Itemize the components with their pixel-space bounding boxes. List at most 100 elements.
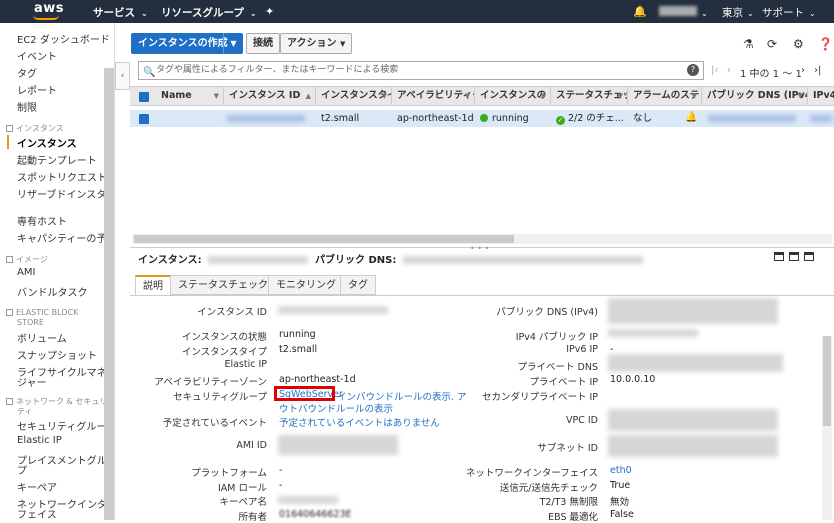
sidebar-section-images[interactable]: イメージ bbox=[6, 254, 48, 265]
sidebar-item-dashboard[interactable]: EC2 ダッシュボード bbox=[17, 31, 110, 46]
ami-id-redacted bbox=[278, 435, 398, 455]
sidebar-item-network-interfaces-line2[interactable]: フェイス bbox=[17, 506, 57, 520]
sidebar-item-placement-groups-line2[interactable]: プ bbox=[17, 462, 27, 477]
sidebar-section-ebs[interactable]: ELASTIC BLOCK bbox=[6, 308, 78, 317]
label-iam-role: IAM ロール bbox=[217, 483, 267, 494]
resource-groups-menu[interactable]: リソースグループ ⌄ bbox=[161, 5, 257, 20]
sidebar-item-volumes[interactable]: ボリューム bbox=[17, 330, 67, 345]
services-menu[interactable]: サービス ⌄ bbox=[93, 5, 148, 20]
public-dns-redacted bbox=[608, 298, 778, 324]
active-indicator bbox=[7, 135, 9, 149]
table-horizontal-scrollbar[interactable] bbox=[132, 234, 832, 244]
search-input[interactable]: 🔍 タグや属性によるフィルター、またはキーワードによる検索 ? bbox=[138, 61, 704, 80]
sidebar-item-instances[interactable]: インスタンス bbox=[17, 135, 77, 150]
region-label: 東京 bbox=[722, 7, 743, 19]
column-availability-zone[interactable]: アベイラビリティー ▼ bbox=[392, 87, 475, 105]
alarm-bell-icon[interactable]: 🔔 bbox=[685, 112, 697, 123]
value-availability-zone: ap-northeast-1d bbox=[279, 374, 356, 385]
prev-page-icon[interactable]: ‹ bbox=[727, 65, 731, 76]
sidebar-item-elastic-ip[interactable]: Elastic IP bbox=[17, 435, 62, 446]
section-title: ELASTIC BLOCK bbox=[16, 308, 79, 317]
scrollbar-thumb[interactable] bbox=[823, 336, 831, 426]
last-page-icon[interactable]: ›| bbox=[814, 65, 821, 76]
sidebar-item-capacity-reservations[interactable]: キャパシティーの予約 bbox=[17, 230, 114, 245]
column-public-dns[interactable]: パブリック DNS (IPv4) ▼ bbox=[702, 87, 808, 105]
column-label: Name bbox=[161, 90, 192, 101]
tab-status-checks[interactable]: ステータスチェック bbox=[170, 275, 276, 295]
sidebar-item-snapshots[interactable]: スナップショット bbox=[17, 347, 97, 362]
account-menu[interactable]: ⌄ bbox=[659, 6, 708, 19]
tab-monitoring[interactable]: モニタリング bbox=[268, 275, 344, 295]
sidebar-item-tags[interactable]: タグ bbox=[17, 65, 37, 80]
tab-description[interactable]: 説明 bbox=[135, 275, 171, 295]
sidebar-section-instances[interactable]: インスタンス bbox=[6, 123, 64, 134]
outbound-rules-link[interactable]: ウトバウンドルールの表示 bbox=[279, 401, 393, 415]
dns-label: パブリック DNS: bbox=[314, 255, 397, 266]
connect-button[interactable]: 接続 bbox=[246, 33, 280, 54]
running-status-icon bbox=[480, 114, 488, 122]
next-page-icon[interactable]: › bbox=[801, 65, 805, 76]
label-public-ip: IPv4 パブリック IP bbox=[515, 332, 598, 343]
table-row[interactable]: t2.small ap-northeast-1d running ✓ 2/2 のチ… bbox=[130, 110, 834, 127]
layout-bottom-icon[interactable] bbox=[774, 252, 784, 261]
panel-splitter[interactable]: • • • bbox=[130, 244, 834, 253]
refresh-icon[interactable]: ⟳ bbox=[767, 37, 777, 51]
sidebar-item-bundle-tasks[interactable]: バンドルタスク bbox=[17, 284, 88, 299]
help-icon[interactable]: ❓ bbox=[818, 37, 833, 51]
label-security-groups: セキュリティグループ bbox=[173, 392, 267, 403]
chevron-down-icon: ⌄ bbox=[249, 9, 257, 18]
sidebar-item-ami[interactable]: AMI bbox=[17, 267, 35, 278]
sidebar-scrollbar[interactable] bbox=[104, 68, 114, 520]
select-all-checkbox[interactable] bbox=[139, 92, 149, 102]
gear-icon[interactable]: ⚙ bbox=[793, 37, 804, 51]
sidebar-item-dedicated-hosts[interactable]: 専有ホスト bbox=[17, 213, 67, 228]
sidebar-item-key-pairs[interactable]: キーペア bbox=[17, 479, 57, 494]
tab-tags[interactable]: タグ bbox=[340, 275, 376, 295]
flask-icon[interactable]: ⚗ bbox=[743, 37, 754, 51]
sidebar-item-reports[interactable]: レポート bbox=[17, 82, 57, 97]
sidebar-item-lifecycle-manager-line2[interactable]: ジャー bbox=[17, 374, 47, 389]
sidebar-item-launch-templates[interactable]: 起動テンプレート bbox=[17, 152, 97, 167]
sidebar-item-placement-groups[interactable]: プレイスメントグルー bbox=[17, 452, 114, 467]
bell-icon[interactable]: 🔔 bbox=[633, 5, 647, 18]
aws-logo[interactable]: aws bbox=[34, 1, 64, 16]
region-menu[interactable]: 東京 ⌄ bbox=[722, 5, 754, 20]
layout-full-icon[interactable] bbox=[804, 252, 814, 261]
label-ipv6-ip: IPv6 IP bbox=[566, 344, 598, 355]
column-ipv4[interactable]: IPv4 bbox=[808, 87, 834, 105]
first-page-icon[interactable]: |‹ bbox=[711, 65, 718, 76]
public-dns-redacted bbox=[708, 115, 796, 122]
sidebar-item-limits[interactable]: 制限 bbox=[17, 99, 37, 114]
sidebar-item-spot-requests[interactable]: スポットリクエスト bbox=[17, 169, 107, 184]
sidebar-item-events[interactable]: イベント bbox=[17, 48, 57, 63]
scrollbar-thumb[interactable] bbox=[134, 235, 514, 243]
column-instance-state[interactable]: インスタンスの ▼ bbox=[475, 87, 551, 105]
state-label: running bbox=[492, 113, 529, 124]
pin-icon[interactable]: ✦ bbox=[265, 5, 274, 18]
scheduled-events-link[interactable]: 予定されているイベントはありません bbox=[279, 415, 440, 429]
layout-half-icon[interactable] bbox=[789, 252, 799, 261]
sidebar-item-security-groups[interactable]: セキュリティグループ bbox=[17, 418, 114, 433]
collapse-sidebar-button[interactable]: ‹ bbox=[115, 62, 130, 90]
actions-button[interactable]: アクション ▼ bbox=[280, 33, 353, 54]
label-secondary-private-ip: セカンダリプライベート IP bbox=[481, 392, 598, 403]
help-icon[interactable]: ? bbox=[687, 64, 699, 76]
support-menu[interactable]: サポート ⌄ bbox=[762, 5, 816, 20]
network-interface-link[interactable]: eth0 bbox=[610, 465, 632, 476]
collapse-icon bbox=[6, 309, 13, 316]
sidebar-item-reserved-instances[interactable]: リザーブドインスタンス bbox=[17, 186, 114, 201]
chevron-down-icon[interactable]: ▼ bbox=[223, 33, 243, 54]
collapse-icon bbox=[6, 256, 13, 263]
launch-instance-label: インスタンスの作成 bbox=[138, 38, 228, 49]
detail-vertical-scrollbar[interactable] bbox=[822, 336, 832, 520]
label-private-ip: プライベート IP bbox=[529, 377, 598, 388]
column-name[interactable]: Name ▼ bbox=[156, 87, 224, 105]
section-title: イメージ bbox=[16, 255, 48, 264]
launch-instance-button[interactable]: インスタンスの作成 ▼ bbox=[131, 33, 243, 54]
column-instance-type[interactable]: インスタンスタイ ▼ bbox=[316, 87, 392, 105]
column-status-checks[interactable]: ステータスチェッ ▼ bbox=[551, 87, 628, 105]
column-instance-id[interactable]: インスタンス ID ▲ bbox=[224, 87, 316, 105]
row-checkbox[interactable] bbox=[139, 114, 149, 124]
actions-label: アクション bbox=[287, 38, 337, 49]
column-alarm-status[interactable]: アラームのステ ▼ bbox=[628, 87, 702, 105]
